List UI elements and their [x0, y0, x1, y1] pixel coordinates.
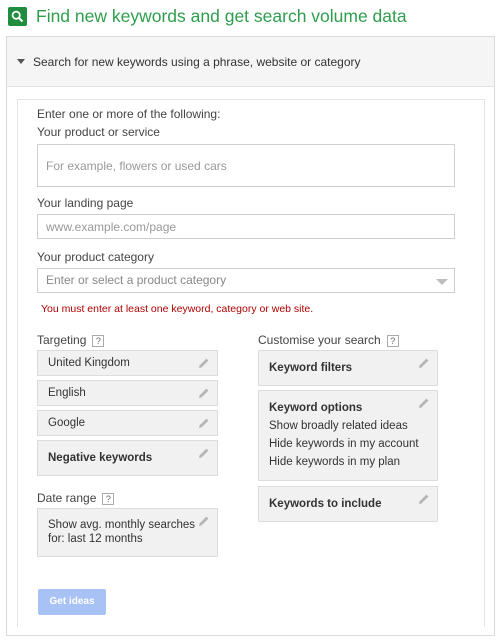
customise-label: Customise your search: [258, 333, 381, 347]
keyword-options-title: Keyword options: [269, 402, 363, 414]
date-range-selector[interactable]: Show avg. monthly searches for: last 12 …: [37, 508, 218, 557]
location-target[interactable]: United Kingdom: [37, 350, 218, 376]
landing-page-input[interactable]: [37, 214, 455, 239]
customise-heading: Customise your search?: [258, 333, 399, 347]
network-target[interactable]: Google: [37, 410, 218, 436]
pencil-icon: [199, 358, 209, 368]
keyword-filters[interactable]: Keyword filters: [258, 350, 438, 386]
pencil-icon: [419, 358, 429, 368]
negative-keywords-label: Negative keywords: [48, 452, 153, 464]
keyword-option-item: Hide keywords in my plan: [269, 456, 401, 468]
language-target[interactable]: English: [37, 380, 218, 406]
dropdown-arrow-icon: [436, 279, 448, 285]
product-input[interactable]: [37, 144, 455, 187]
landing-page-label: Your landing page: [37, 196, 134, 210]
pencil-icon: [199, 388, 209, 398]
pencil-icon: [199, 418, 209, 428]
targeting-label: Targeting: [37, 333, 87, 347]
search-section-label: Search for new keywords using a phrase, …: [33, 54, 361, 69]
date-range-label: Date range: [37, 491, 97, 505]
category-label: Your product category: [37, 250, 154, 264]
keyword-option-item: Show broadly related ideas: [269, 420, 408, 432]
date-range-heading: Date range?: [37, 491, 115, 505]
language-value: English: [48, 387, 86, 399]
pencil-icon: [419, 494, 429, 504]
pencil-icon: [419, 398, 429, 408]
targeting-help-icon[interactable]: ?: [92, 334, 105, 347]
pencil-icon: [199, 448, 209, 458]
keyword-option-item: Hide keywords in my account: [269, 438, 419, 450]
search-panel: Search for new keywords using a phrase, …: [6, 36, 495, 636]
keywords-to-include-label: Keywords to include: [269, 498, 382, 510]
search-section-toggle[interactable]: Search for new keywords using a phrase, …: [7, 37, 494, 87]
category-select[interactable]: Enter or select a product category: [37, 268, 455, 293]
date-range-line2: for: last 12 months: [48, 533, 143, 545]
page-header: Find new keywords and get search volume …: [8, 6, 407, 27]
location-value: United Kingdom: [48, 357, 130, 369]
targeting-heading: Targeting?: [37, 333, 105, 347]
keywords-to-include[interactable]: Keywords to include: [258, 486, 438, 522]
date-range-line1: Show avg. monthly searches: [48, 519, 196, 531]
date-range-help-icon[interactable]: ?: [102, 492, 115, 505]
network-value: Google: [48, 417, 86, 429]
keyword-options[interactable]: Keyword options Show broadly related ide…: [258, 390, 438, 481]
search-icon: [8, 7, 27, 26]
keyword-filters-label: Keyword filters: [269, 362, 353, 374]
pencil-icon: [199, 516, 209, 526]
page-title: Find new keywords and get search volume …: [36, 6, 407, 26]
get-ideas-button[interactable]: Get ideas: [38, 589, 106, 615]
form-intro: Enter one or more of the following:: [37, 107, 221, 121]
caret-down-icon: [17, 59, 25, 64]
customise-help-icon[interactable]: ?: [386, 334, 399, 347]
category-placeholder: Enter or select a product category: [46, 273, 227, 287]
negative-keywords[interactable]: Negative keywords: [37, 440, 218, 476]
validation-error: You must enter at least one keyword, cat…: [41, 303, 314, 315]
search-form: Enter one or more of the following: Your…: [17, 99, 485, 627]
product-label: Your product or service: [37, 125, 160, 139]
